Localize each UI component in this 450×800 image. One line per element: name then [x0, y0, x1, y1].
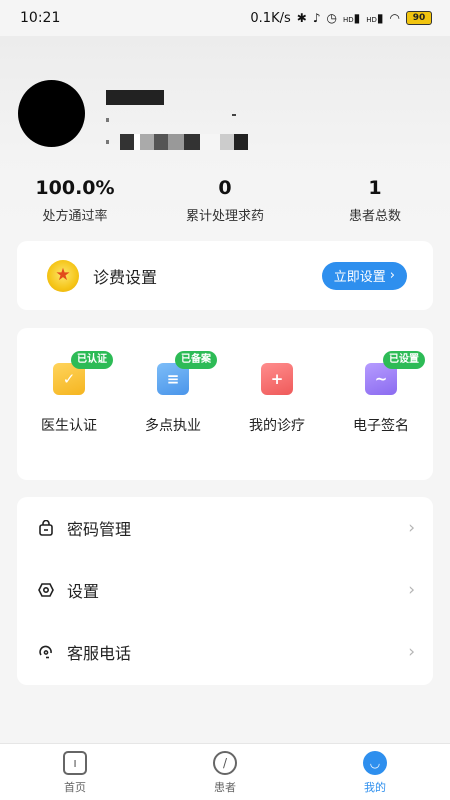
alarm-icon: ◷	[326, 11, 337, 25]
stat-approval-rate[interactable]: 100.0% 处方通过率	[0, 176, 150, 224]
stat-value: 1	[368, 177, 382, 199]
nav-item-patients[interactable]: / 患者	[150, 744, 300, 800]
redacted-mark	[106, 118, 109, 122]
battery-level: 90	[412, 13, 426, 23]
feature-label: 多点执业	[145, 418, 201, 434]
feature-doctor-certification[interactable]: ✓ 已认证 医生认证	[17, 351, 121, 480]
patients-icon: /	[213, 751, 237, 775]
status-badge: 已认证	[71, 351, 113, 369]
stat-label: 累计处理求药	[185, 209, 264, 224]
redacted-mark	[106, 140, 109, 144]
menu-label: 设置	[67, 582, 100, 601]
avatar[interactable]	[18, 80, 85, 147]
stat-processed-requests[interactable]: 0 累计处理求药	[150, 176, 300, 224]
document-icon: ≡ 已备案	[157, 351, 217, 395]
settings-icon	[37, 581, 55, 599]
home-icon: ı	[63, 751, 87, 775]
profile-header: 100.0% 处方通过率 0 累计处理求药 1 患者总数	[0, 36, 450, 226]
menu-item-settings[interactable]: 设置 ›	[17, 559, 433, 621]
menu-label: 密码管理	[67, 520, 132, 539]
stat-label: 患者总数	[348, 209, 401, 224]
feature-label: 医生认证	[41, 418, 97, 434]
redacted-mark	[232, 114, 236, 116]
calendar-signature-icon: ~ 已设置	[365, 351, 425, 395]
stat-total-patients[interactable]: 1 患者总数	[300, 176, 450, 224]
fee-setting-title: 诊费设置	[93, 267, 158, 287]
mute-icon: ♪	[312, 11, 321, 25]
chevron-right-icon: ›	[408, 579, 415, 600]
certificate-icon: ✓ 已认证	[53, 351, 113, 395]
nav-label: 我的	[364, 781, 386, 794]
chevron-right-icon: ›	[389, 268, 395, 283]
menu-item-password[interactable]: 密码管理 ›	[17, 497, 433, 559]
features-card: ✓ 已认证 医生认证 ≡ 已备案 多点执业 + 我的诊疗 ~ 已设置 电子签名	[17, 328, 433, 480]
feature-e-signature[interactable]: ~ 已设置 电子签名	[329, 351, 433, 480]
bluetooth-icon: ✱	[296, 11, 307, 25]
nav-label: 首页	[64, 781, 86, 794]
battery-icon: 90	[406, 11, 432, 25]
signal-hd-label-2: HD	[366, 16, 377, 24]
me-icon: ◡	[363, 751, 387, 775]
screen: 10:21 0.1K/s ✱ ♪ ◷ HD▮ HD▮ ◠ 90 100.0% 处…	[0, 0, 450, 800]
signal-hd-label: HD	[342, 16, 354, 24]
stats-row: 100.0% 处方通过率 0 累计处理求药 1 患者总数	[0, 176, 450, 224]
medical-folder-icon: +	[261, 363, 293, 395]
bottom-nav: ı 首页 / 患者 ◡ 我的	[0, 743, 450, 800]
status-indicators: 0.1K/s ✱ ♪ ◷ HD▮ HD▮ ◠ 90	[250, 11, 432, 26]
doctor-name-redacted	[106, 90, 164, 105]
menu-item-customer-service[interactable]: 客服电话 ›	[17, 621, 433, 683]
chevron-right-icon: ›	[408, 517, 415, 538]
feature-label: 我的诊疗	[249, 418, 305, 434]
stat-label: 处方通过率	[42, 209, 108, 224]
stat-value: 100.0%	[35, 177, 115, 199]
menu-label: 客服电话	[67, 644, 132, 663]
wifi-icon: ◠	[389, 11, 400, 25]
stat-value: 0	[218, 177, 232, 199]
chevron-right-icon: ›	[408, 641, 415, 662]
set-now-label: 立即设置	[333, 270, 386, 285]
nav-item-home[interactable]: ı 首页	[0, 744, 150, 800]
menu-card: 密码管理 › 设置 › 客服电话 ›	[17, 497, 433, 685]
nav-item-me[interactable]: ◡ 我的	[300, 744, 450, 800]
status-time: 10:21	[20, 10, 61, 26]
feature-my-consultations[interactable]: + 我的诊疗	[225, 363, 329, 480]
headset-icon	[37, 643, 55, 661]
nav-label: 患者	[214, 781, 236, 794]
status-badge: 已设置	[383, 351, 425, 369]
fee-setting-card: ★ 诊费设置 立即设置 ›	[17, 241, 433, 310]
signal-icon: HD▮	[342, 11, 361, 25]
status-bar: 10:21 0.1K/s ✱ ♪ ◷ HD▮ HD▮ ◠ 90	[0, 0, 450, 36]
feature-multi-site-practice[interactable]: ≡ 已备案 多点执业	[121, 351, 225, 480]
network-speed: 0.1K/s	[250, 10, 291, 26]
set-now-button[interactable]: 立即设置 ›	[321, 261, 407, 290]
signal-icon-2: HD▮	[366, 11, 384, 25]
fee-star-icon: ★	[47, 259, 79, 292]
doctor-info-redacted	[120, 134, 254, 150]
lock-icon	[37, 519, 55, 537]
status-badge: 已备案	[175, 351, 217, 369]
feature-label: 电子签名	[353, 418, 409, 434]
